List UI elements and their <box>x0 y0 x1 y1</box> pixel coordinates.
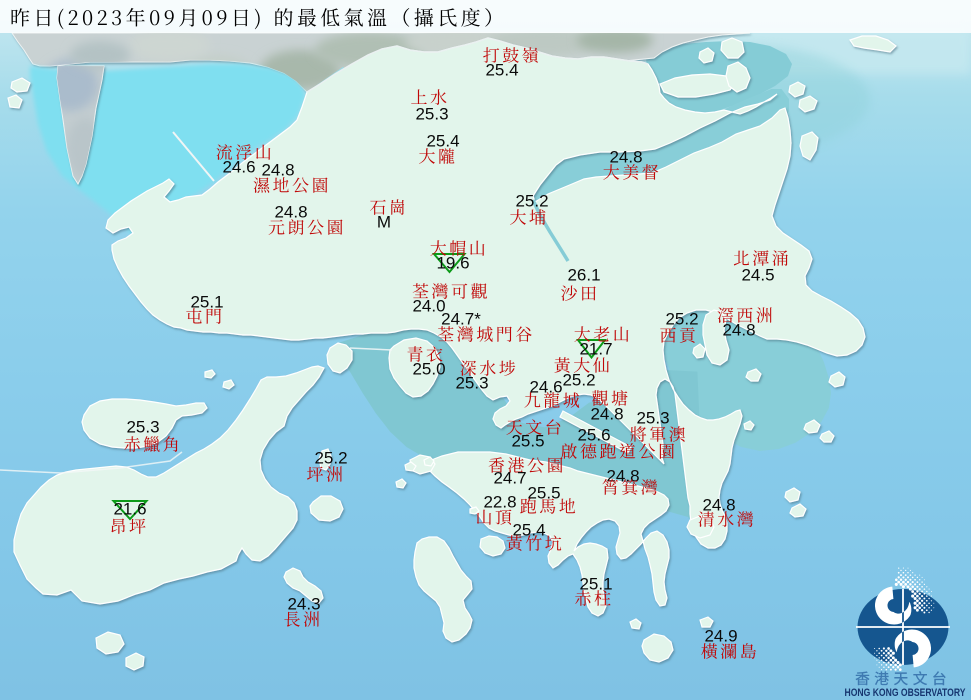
svg-text:香港天文台: 香港天文台 <box>855 668 951 689</box>
svg-text:HONG KONG OBSERVATORY: HONG KONG OBSERVATORY <box>845 687 967 699</box>
